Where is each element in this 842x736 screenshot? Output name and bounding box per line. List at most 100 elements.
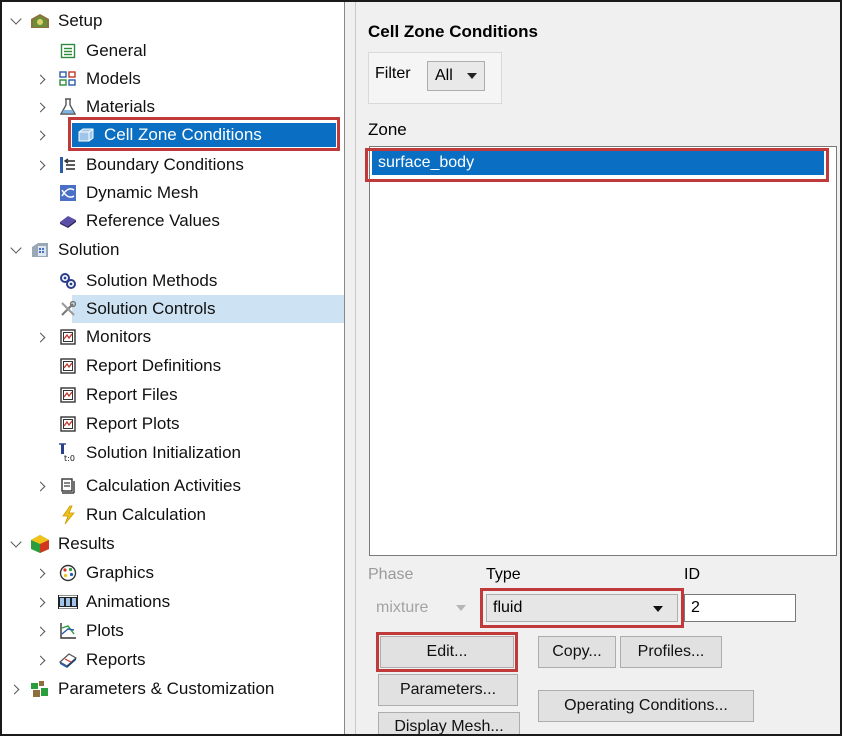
chevron-down-icon[interactable]: [10, 244, 22, 256]
parameters-customization-icon: [30, 679, 50, 699]
tree-item-cell-zone-conditions[interactable]: Cell Zone Conditions: [2, 121, 344, 149]
tree-item-label: Solution Controls: [86, 299, 216, 318]
tree-item-label: Parameters & Customization: [58, 679, 275, 698]
tree-item-label: Dynamic Mesh: [86, 183, 199, 202]
outline-tree: Setup General Models Materials Cell Zone…: [2, 2, 344, 734]
splitter[interactable]: [345, 2, 355, 734]
zone-list-item[interactable]: surface_body: [372, 151, 824, 175]
filter-group: Filter All: [368, 52, 502, 104]
copy-button[interactable]: Copy...: [538, 636, 616, 668]
type-value: fluid: [493, 599, 523, 616]
solution-controls-icon: [58, 299, 78, 319]
type-dropdown[interactable]: fluid: [486, 594, 678, 622]
tree-item-label: Solution: [58, 240, 120, 259]
zone-label: Zone: [368, 120, 407, 139]
svg-text:t:0: t:0: [64, 454, 75, 463]
phase-value: mixture: [376, 599, 429, 616]
dropdown-arrow-icon: [653, 606, 663, 612]
chevron-right-icon[interactable]: [36, 654, 48, 666]
parameters-button[interactable]: Parameters...: [378, 674, 518, 706]
report-files-icon: [58, 385, 78, 405]
tree-item-monitors[interactable]: Monitors: [2, 323, 344, 351]
tree-item-label: Plots: [86, 621, 124, 640]
tree-item-reference-values[interactable]: Reference Values: [2, 207, 344, 235]
cell-zone-icon: [76, 125, 96, 145]
tree-item-models[interactable]: Models: [2, 65, 344, 93]
tree-item-boundary-conditions[interactable]: Boundary Conditions: [2, 151, 344, 179]
panel-title: Cell Zone Conditions: [368, 22, 538, 41]
tree-item-report-files[interactable]: Report Files: [2, 381, 344, 409]
tree-item-general[interactable]: General: [2, 37, 344, 65]
results-icon: [30, 534, 50, 554]
tree-item-animations[interactable]: Animations: [2, 588, 344, 616]
chevron-right-icon[interactable]: [36, 159, 48, 171]
chevron-right-icon[interactable]: [36, 129, 48, 141]
tree-item-run-calculation[interactable]: Run Calculation: [2, 501, 344, 529]
animations-icon: [56, 592, 80, 612]
operating-conditions-button[interactable]: Operating Conditions...: [538, 690, 754, 722]
chevron-right-icon[interactable]: [36, 73, 48, 85]
ui-screenshot: Setup General Models Materials Cell Zone…: [0, 0, 842, 736]
solution-initialization-icon: t:0: [58, 443, 78, 463]
tree-item-label: Calculation Activities: [86, 476, 241, 495]
tree-item-label: Monitors: [86, 327, 152, 346]
calculation-activities-icon: [58, 476, 78, 496]
monitors-icon: [58, 327, 78, 347]
tree-item-graphics[interactable]: Graphics: [2, 559, 344, 587]
solution-icon: [30, 240, 50, 260]
zone-list[interactable]: surface_body: [369, 146, 837, 556]
reports-icon: [58, 650, 78, 670]
reference-values-icon: [58, 211, 78, 231]
tree-item-label: Report Definitions: [86, 356, 222, 375]
chevron-right-icon[interactable]: [36, 625, 48, 637]
chevron-right-icon[interactable]: [36, 567, 48, 579]
chevron-right-icon[interactable]: [36, 101, 48, 113]
tree-item-calculation-activities[interactable]: Calculation Activities: [2, 472, 344, 500]
tree-item-parameters-customization[interactable]: Parameters & Customization: [2, 675, 344, 703]
display-mesh-button[interactable]: Display Mesh...: [378, 712, 520, 734]
chevron-right-icon[interactable]: [36, 331, 48, 343]
general-icon: [58, 41, 78, 61]
tree-item-label: Run Calculation: [86, 505, 207, 524]
filter-dropdown[interactable]: All: [427, 61, 485, 91]
id-field[interactable]: 2: [684, 594, 796, 622]
chevron-down-icon[interactable]: [10, 538, 22, 550]
tree-item-reports[interactable]: Reports: [2, 646, 344, 674]
report-plots-icon: [58, 414, 78, 434]
tree-item-solution-methods[interactable]: Solution Methods: [2, 267, 344, 295]
tree-item-report-definitions[interactable]: Report Definitions: [2, 352, 344, 380]
tree-item-label: Boundary Conditions: [86, 155, 244, 174]
tree-item-label: Reference Values: [86, 211, 220, 230]
dynamic-mesh-icon: [58, 183, 78, 203]
tree-item-label: Report Plots: [86, 414, 180, 433]
materials-icon: [58, 97, 78, 117]
tree-item-label: Cell Zone Conditions: [72, 123, 336, 147]
tree-item-label: Materials: [86, 97, 155, 116]
tree-item-label: Solution Methods: [86, 271, 218, 290]
tree-item-plots[interactable]: Plots: [2, 617, 344, 645]
tree-item-setup[interactable]: Setup: [2, 7, 344, 35]
tree-item-label: Graphics: [86, 563, 155, 582]
chevron-right-icon[interactable]: [36, 480, 48, 492]
phase-label: Phase: [368, 566, 414, 583]
profiles-button[interactable]: Profiles...: [620, 636, 722, 668]
solution-methods-icon: [58, 271, 78, 291]
tree-item-solution-initialization[interactable]: t:0 Solution Initialization: [2, 439, 344, 467]
task-panel: Cell Zone Conditions Filter All Zone sur…: [356, 2, 840, 734]
tree-item-solution-controls[interactable]: Solution Controls: [61, 295, 344, 323]
type-label: Type: [486, 566, 521, 583]
chevron-right-icon[interactable]: [10, 683, 22, 695]
tree-item-results[interactable]: Results: [2, 530, 344, 558]
graphics-icon: [58, 563, 78, 583]
chevron-down-icon[interactable]: [10, 15, 22, 27]
tree-item-label: Results: [58, 534, 115, 553]
dropdown-arrow-icon: [456, 605, 466, 611]
boundary-conditions-icon: [58, 155, 78, 175]
tree-item-dynamic-mesh[interactable]: Dynamic Mesh: [2, 179, 344, 207]
tree-item-solution[interactable]: Solution: [2, 236, 344, 264]
edit-button[interactable]: Edit...: [380, 636, 514, 668]
dropdown-arrow-icon: [467, 73, 477, 79]
tree-item-report-plots[interactable]: Report Plots: [2, 410, 344, 438]
tree-item-materials[interactable]: Materials: [2, 93, 344, 121]
chevron-right-icon[interactable]: [36, 596, 48, 608]
